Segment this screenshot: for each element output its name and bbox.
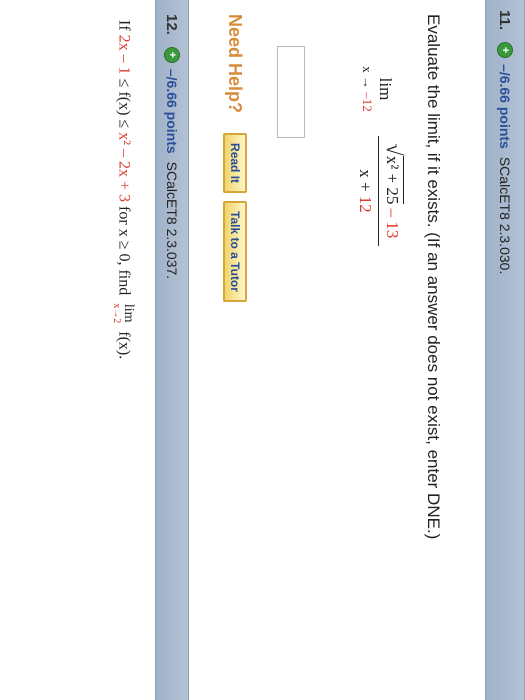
question-11-header: 11. + –/6.66 points SCalcET8 2.3.030. — [485, 0, 525, 700]
limit-operator: lim x→2 — [111, 303, 136, 324]
lower-bound-expression: 2x – 1 — [115, 34, 133, 75]
limit-function: f(x). — [115, 327, 133, 360]
answer-input[interactable] — [277, 46, 305, 138]
denominator: x + 12 — [355, 136, 378, 246]
lim-subscript: x → –12 — [359, 64, 375, 114]
lim-target-value: –12 — [360, 92, 375, 112]
question-instruction: Evaluate the limit, if it exists. (If an… — [424, 14, 443, 540]
upper-bound-expression: x² – 2x + 3 — [115, 132, 133, 203]
homework-page: 11. + –/6.66 points SCalcET8 2.3.030. Ev… — [0, 0, 525, 700]
lim-word: lim — [121, 303, 136, 323]
sqrt-icon: √ — [382, 143, 407, 156]
denominator-constant: 12 — [356, 195, 375, 213]
question-number: 11. — [496, 10, 514, 31]
question-text: If 2x – 1 ≤ f(x) ≤ x² – 2x + 3 for x ≥ 0… — [111, 20, 136, 360]
points-link[interactable]: –/6.66 points — [164, 69, 180, 154]
limit-operator: lim x → –12 — [359, 64, 395, 114]
lim-arrow: x → — [360, 66, 375, 93]
text-if: If — [115, 20, 133, 35]
problem-code: SCalcET8 2.3.037. — [164, 161, 180, 280]
denominator-variable: x + — [356, 169, 375, 196]
talk-to-tutor-button[interactable]: Talk to a Tutor — [223, 201, 247, 302]
numerator-constant: – 13 — [383, 204, 402, 239]
lim-word: lim — [376, 77, 395, 101]
expand-plus-icon[interactable]: + — [164, 46, 180, 63]
question-number: 12. — [163, 14, 181, 35]
numerator: √x² + 25 – 13 — [379, 136, 407, 246]
points-link[interactable]: –/6.66 points — [497, 64, 513, 149]
read-it-button[interactable]: Read It — [223, 133, 247, 194]
question-11-body: Evaluate the limit, if it exists. (If an… — [189, 0, 485, 700]
fraction-bar — [378, 136, 379, 246]
help-row: Need Help? Read It Talk to a Tutor — [223, 14, 247, 310]
problem-code: SCalcET8 2.3.030. — [497, 156, 513, 275]
inequality-text: ≤ f(x) ≤ — [115, 74, 133, 133]
question-12-body: If 2x – 1 ≤ f(x) ≤ x² – 2x + 3 for x ≥ 0… — [0, 0, 155, 700]
fraction: √x² + 25 – 13 x + 12 — [355, 136, 407, 246]
question-12-header: 12. + –/6.66 points SCalcET8 2.3.037. — [155, 0, 189, 700]
expand-plus-icon[interactable]: + — [497, 42, 513, 59]
need-help-label: Need Help? — [225, 14, 246, 114]
condition-text: for x ≥ 0, find — [115, 202, 133, 300]
lim-subscript: x→2 — [111, 303, 122, 324]
radicand: x² + 25 — [383, 155, 404, 205]
